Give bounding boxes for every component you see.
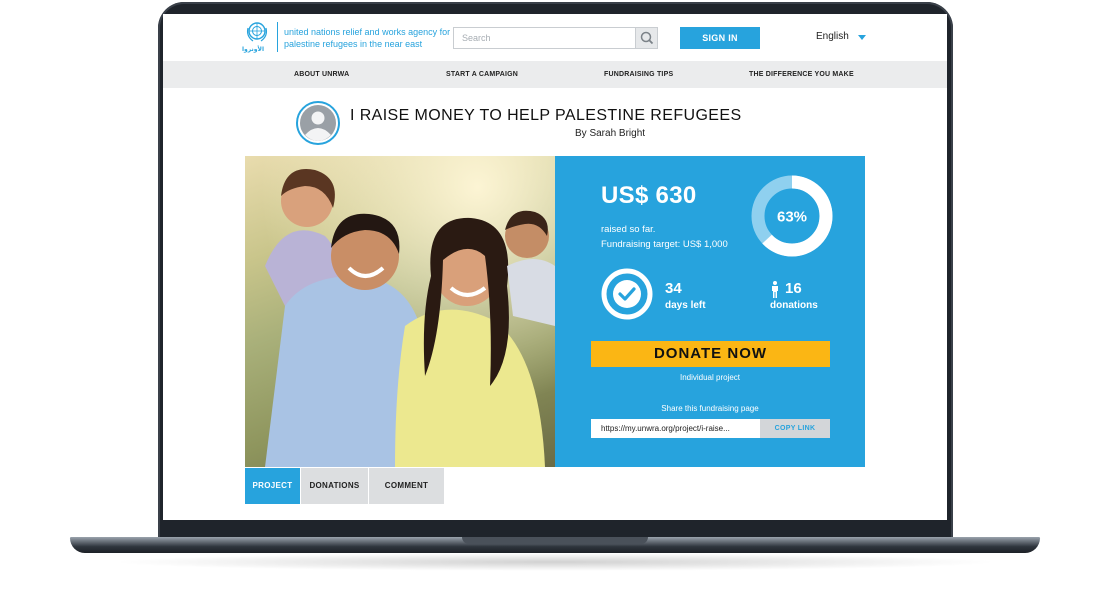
laptop-screen: الأونروا united nations relief and works…: [163, 14, 947, 520]
nav-item-fundraising-tips[interactable]: FUNDRAISING TIPS: [604, 61, 673, 88]
page-title: I RAISE MONEY TO HELP PALESTINE REFUGEES: [350, 107, 742, 124]
search-box: [453, 27, 658, 49]
campaign-photo: [245, 156, 555, 467]
language-select[interactable]: English: [816, 31, 849, 42]
project-type: Individual project: [679, 373, 741, 382]
sign-in-button[interactable]: SIGN IN: [680, 27, 760, 49]
days-left-label: days left: [665, 300, 706, 311]
org-name-line-1: united nations relief and works agency f…: [284, 27, 451, 37]
chevron-down-icon[interactable]: [858, 35, 866, 40]
check-circle-icon: [601, 268, 653, 320]
screen-bottom-bezel: [163, 504, 947, 520]
user-avatar-icon: [300, 105, 336, 141]
person-icon: [772, 281, 778, 298]
copy-link-button[interactable]: COPY LINK: [760, 419, 830, 438]
tab-donations[interactable]: DONATIONS: [301, 468, 368, 504]
logo-arabic-text: الأونروا: [242, 46, 265, 53]
main-nav: ABOUT UNRWA START A CAMPAIGN FUNDRAISING…: [163, 61, 947, 88]
tab-project[interactable]: PROJECT: [245, 468, 300, 504]
fundraising-panel: US$ 630 raised so far. Fundraising targe…: [555, 156, 865, 467]
share-url-field[interactable]: https://my.unwra.org/project/i-raise...: [591, 419, 760, 438]
nav-item-start-a-campaign[interactable]: START A CAMPAIGN: [446, 61, 518, 88]
nav-item-about-unrwa[interactable]: ABOUT UNRWA: [294, 61, 349, 88]
search-icon: [640, 31, 654, 45]
author-byline: By Sarah Bright: [575, 128, 646, 139]
share-label: Share this fundraising page: [661, 404, 759, 413]
raised-text: raised so far.: [601, 224, 656, 235]
search-button[interactable]: [635, 28, 657, 48]
site-header: الأونروا united nations relief and works…: [163, 14, 947, 61]
laptop-notch: [462, 537, 648, 544]
progress-donut: 63%: [750, 174, 834, 258]
donate-now-button[interactable]: DONATE NOW: [591, 341, 830, 367]
tab-comment[interactable]: COMMENT: [369, 468, 444, 504]
family-photo-illustration: [245, 156, 555, 467]
progress-percent: 63%: [777, 209, 807, 226]
days-left-value: 34: [665, 280, 682, 297]
fundraising-target: Fundraising target: US$ 1,000: [601, 239, 728, 250]
org-name: united nations relief and works agency f…: [284, 26, 454, 50]
avatar[interactable]: [296, 101, 340, 145]
org-name-line-2: palestine refugees in the near east: [284, 39, 423, 49]
progress-donut-chart: 63%: [751, 175, 833, 257]
search-input[interactable]: [454, 28, 635, 48]
laptop-shadow: [110, 553, 1000, 571]
logo-divider: [277, 22, 278, 52]
donations-label: donations: [770, 300, 818, 311]
amount-raised: US$ 630: [601, 182, 697, 209]
donations-value: 16: [785, 280, 802, 297]
un-emblem-logo: [246, 22, 268, 42]
nav-item-the-difference-you-make[interactable]: THE DIFFERENCE YOU MAKE: [749, 61, 854, 88]
